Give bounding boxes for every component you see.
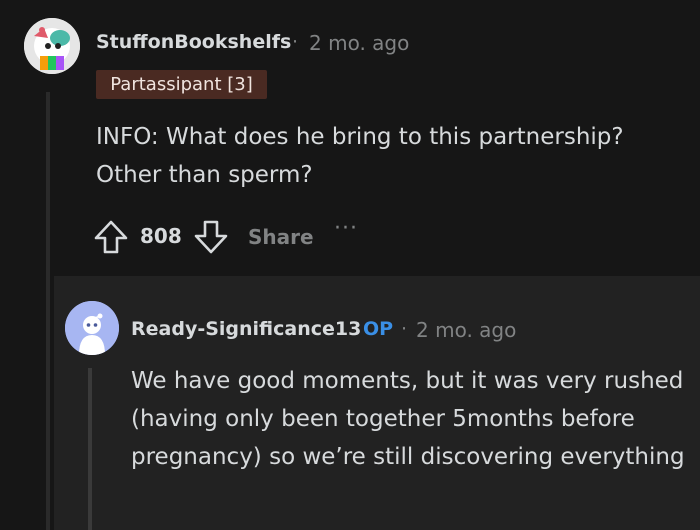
share-button[interactable]: Share xyxy=(248,225,314,249)
upvote-arrow-icon xyxy=(94,220,128,254)
upvote-button[interactable] xyxy=(92,218,130,256)
more-options-button[interactable]: ··· xyxy=(334,216,358,241)
comment-body: INFO: What does he bring to this partner… xyxy=(96,124,624,188)
thread-collapse-line[interactable] xyxy=(46,92,50,530)
avatar[interactable] xyxy=(24,18,80,74)
reply-timestamp[interactable]: 2 mo. ago xyxy=(416,318,516,342)
comment-author[interactable]: StuffonBookshelfs xyxy=(96,31,291,53)
meta-separator: · xyxy=(292,31,299,53)
reply-author[interactable]: Ready-Significance13 xyxy=(131,318,361,340)
reply-body: We have good moments, but it was very ru… xyxy=(131,368,685,470)
op-badge: OP xyxy=(363,318,394,340)
downvote-arrow-icon xyxy=(194,220,228,254)
reply-avatar[interactable] xyxy=(65,301,119,355)
comment-timestamp[interactable]: 2 mo. ago xyxy=(309,31,409,55)
default-snoo-avatar-icon xyxy=(65,301,119,355)
user-flair: Partassipant [3] xyxy=(96,70,267,99)
reply-thread-line[interactable] xyxy=(88,368,92,530)
snoo-avatar-icon xyxy=(24,18,80,74)
comment-action-bar: 808 Share ··· xyxy=(92,216,392,258)
meta-separator: · xyxy=(401,318,408,340)
downvote-button[interactable] xyxy=(192,218,230,256)
vote-score: 808 xyxy=(140,224,182,248)
